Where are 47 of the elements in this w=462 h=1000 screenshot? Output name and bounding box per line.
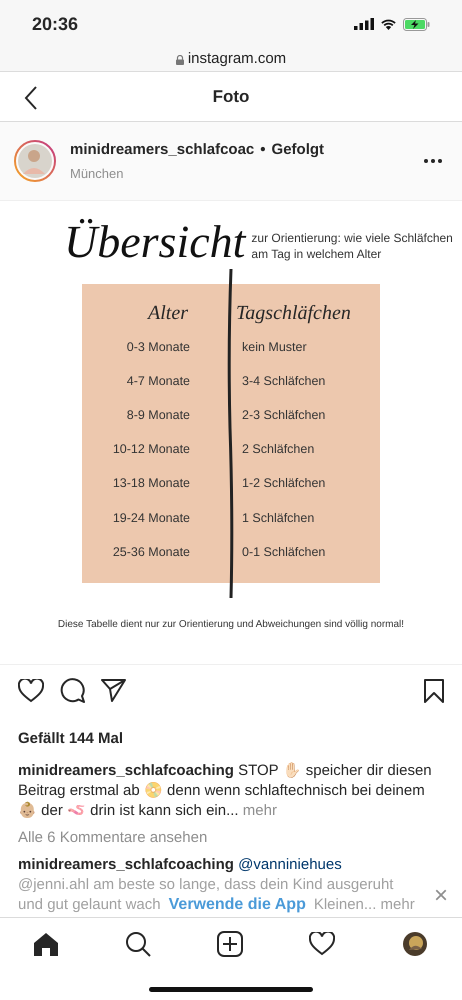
follow-status[interactable]: Gefolgt [272, 138, 324, 161]
table-cell-text: 1-2 Schläfchen [241, 475, 326, 492]
table-cell-text: 8-9 Monate [126, 407, 191, 424]
bookmark-icon[interactable] [424, 678, 444, 702]
signal-icon [354, 18, 374, 30]
post-username[interactable]: minidreamers_schlafcoac [70, 138, 254, 161]
page-title: Foto [212, 86, 250, 108]
battery-charging-icon [403, 18, 430, 30]
table-cell-text: 2 Schläfchen [241, 441, 314, 458]
image-title: Übersicht [64, 217, 246, 267]
comment-text: minidreamers_schlafcoaching @vanniniehues [18, 855, 343, 875]
comment-line: @jenni.ahl am beste so lange, dass dein Kind ausgeruht [18, 876, 394, 894]
table-cell-text: 2-3 Schläfchen [241, 407, 326, 424]
table-cell-text: 19-24 Monate [112, 510, 191, 527]
comment-line: und gut gelaunt wach [18, 894, 161, 915]
image-note: Diese Tabelle dient nur zur Orientierung und Abweichungen sind völlig normal! [56, 618, 406, 632]
table-cell-text: 0-3 Monate [126, 338, 191, 356]
table-cell-text: 13-18 Monate [112, 475, 191, 492]
like-icon[interactable] [18, 678, 44, 702]
add-icon[interactable] [217, 931, 243, 957]
status-time: 20:36 [32, 12, 78, 36]
table-cell-text: 10-12 Monate [112, 441, 191, 458]
more-icon[interactable] [424, 159, 442, 163]
table-cell-text: 3-4 Schläfchen [241, 372, 326, 390]
likes-count[interactable]: Gefällt 144 Mal [18, 728, 444, 750]
comment-icon[interactable] [60, 678, 85, 703]
share-icon[interactable] [101, 679, 126, 702]
profile-avatar[interactable] [401, 930, 429, 958]
table-cell-text: 4-7 Monate [126, 372, 191, 390]
image-subtitle: zur Orientierung: wie viele Schläfchen am Tag in welchem Alter [251, 230, 454, 262]
mention-link[interactable]: @vanniniehues [238, 856, 342, 873]
comment-line: Kleinen... mehr [314, 894, 415, 915]
back-button[interactable] [24, 86, 38, 110]
table-cell-text: 0-1 Schläfchen [241, 544, 326, 561]
home-icon[interactable] [33, 932, 59, 956]
heart-icon[interactable] [309, 932, 335, 956]
search-icon[interactable] [125, 931, 151, 957]
avatar[interactable] [14, 140, 56, 182]
separator-dot: • [260, 140, 266, 160]
wifi-icon [380, 18, 397, 30]
table-cell-text: kein Muster [241, 338, 307, 356]
lock-icon [176, 54, 184, 64]
table-cell-text: 25-36 Monate [112, 544, 191, 561]
post-caption: minidreamers_schlafcoaching STOP ✋🏻 speicher dir diesen Beitrag erstmal ab 📀 denn wenn schlaftechnisch bei deinem 👶🏼 der 🪱 drin ist kann sich ein... mehr [18, 760, 433, 820]
column-header: Tagschläfchen [235, 301, 351, 326]
column-header: Alter [146, 301, 189, 326]
table-cell-text: 1 Schläfchen [241, 510, 314, 527]
